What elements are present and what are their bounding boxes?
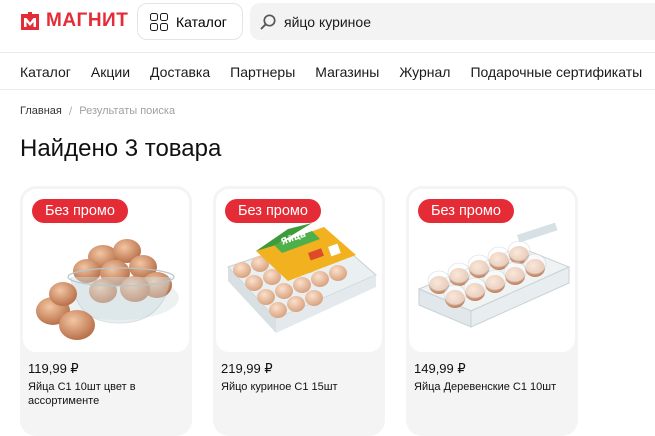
- search-input[interactable]: [284, 13, 644, 30]
- product-name[interactable]: Яйцо куриное С1 15шт: [221, 380, 381, 394]
- main-nav: Каталог Акции Доставка Партнеры Магазины…: [0, 52, 655, 90]
- catalog-button-label: Каталог: [176, 13, 227, 30]
- breadcrumb-home[interactable]: Главная: [20, 105, 62, 117]
- egg-plastic-pack-image: [417, 222, 571, 328]
- logo-text: МАГНИТ: [46, 10, 129, 31]
- product-name[interactable]: Яйца С1 10шт цвет в ассортименте: [28, 380, 188, 408]
- catalog-grid-icon: [150, 12, 168, 31]
- nav-item-stores[interactable]: Магазины: [315, 64, 379, 80]
- breadcrumb-current: Результаты поиска: [79, 105, 176, 117]
- egg-carton-image: Яйца: [227, 223, 377, 333]
- product-card[interactable]: Без промо: [213, 186, 385, 436]
- product-image[interactable]: Без промо: [406, 186, 578, 355]
- nav-item-gift-cards[interactable]: Подарочные сертификаты: [470, 64, 642, 80]
- header: МАГНИТ Каталог: [0, 0, 655, 46]
- breadcrumb-separator: /: [68, 104, 73, 118]
- magnit-logo[interactable]: МАГНИТ: [19, 9, 128, 33]
- nav-item-journal[interactable]: Журнал: [399, 64, 450, 80]
- product-image[interactable]: Без промо: [20, 186, 192, 355]
- catalog-button[interactable]: Каталог: [137, 3, 243, 40]
- no-promo-badge: Без промо: [225, 199, 321, 223]
- eggs-in-glass-bowl-image: [36, 239, 179, 340]
- product-name[interactable]: Яйца Деревенские С1 10шт: [414, 380, 574, 394]
- nav-item-partners[interactable]: Партнеры: [230, 64, 295, 80]
- product-price: 219,99 ₽: [221, 361, 273, 376]
- product-price: 149,99 ₽: [414, 361, 466, 376]
- product-price: 119,99 ₽: [28, 361, 79, 376]
- breadcrumb: Главная / Результаты поиска: [20, 104, 175, 118]
- product-card[interactable]: Без промо: [406, 186, 578, 436]
- no-promo-badge: Без промо: [32, 199, 128, 223]
- nav-item-delivery[interactable]: Доставка: [150, 64, 210, 80]
- product-image[interactable]: Без промо: [213, 186, 385, 355]
- page-title: Найдено 3 товара: [20, 135, 222, 162]
- nav-item-promotions[interactable]: Акции: [91, 64, 130, 80]
- magnit-logo-icon: [19, 10, 41, 32]
- product-card[interactable]: Без промо 119,99 ₽ Яйца С1 10шт цвет в а…: [20, 186, 192, 436]
- no-promo-badge: Без промо: [418, 199, 514, 223]
- search-icon: [259, 13, 277, 31]
- search-bar[interactable]: [250, 3, 655, 40]
- nav-item-catalog[interactable]: Каталог: [20, 64, 71, 80]
